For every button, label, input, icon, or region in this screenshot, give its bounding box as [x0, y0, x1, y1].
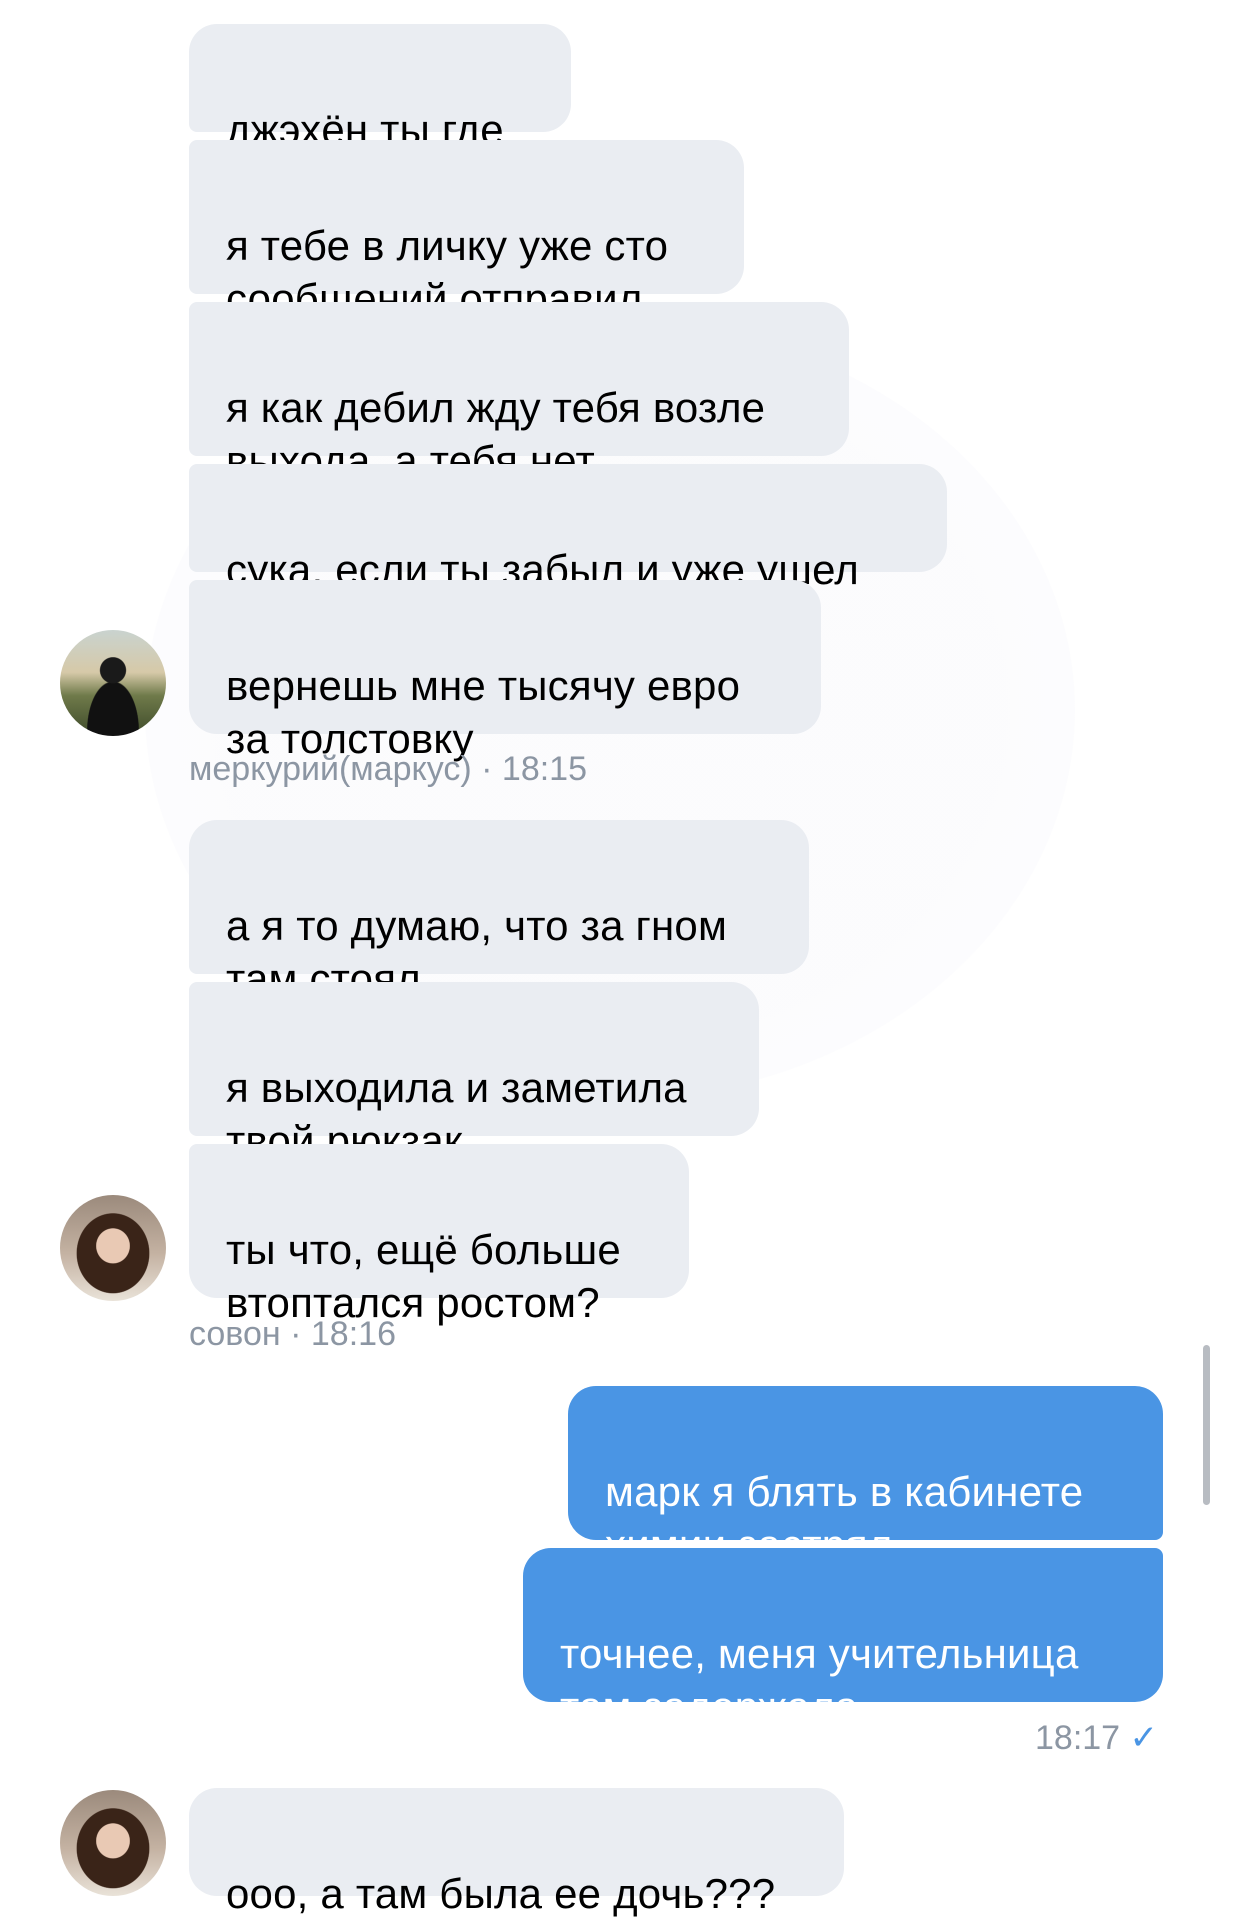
avatar-sowon[interactable]	[60, 1195, 166, 1301]
message-time: · 18:16	[290, 1315, 396, 1353]
message-time: 18:17	[1035, 1719, 1121, 1757]
read-check-icon: ✓	[1129, 1719, 1159, 1757]
message-bubble[interactable]: вернешь мне тысячу евро за толстовку	[189, 580, 821, 762]
message-meta: совон · 18:16	[189, 1315, 396, 1354]
message-time: · 18:15	[481, 750, 587, 788]
sender-name[interactable]: совон	[189, 1315, 281, 1353]
outgoing-message-bubble[interactable]: марк я блять в кабинете химии застрял	[568, 1386, 1163, 1568]
message-bubble[interactable]: я выходила и заметила твой рюкзак	[189, 982, 759, 1164]
message-bubble[interactable]: ты что, ещё больше втоптался ростом?	[189, 1144, 689, 1326]
message-bubble[interactable]: я тебе в личку уже сто сообщений отправи…	[189, 140, 744, 322]
message-text: точнее, меня учительница там задержала	[560, 1630, 1079, 1730]
message-bubble[interactable]: джэхён ты где	[189, 24, 571, 153]
message-bubble[interactable]: ооо, а там была ее дочь???	[189, 1788, 844, 1917]
sender-name[interactable]: меркурий(маркус)	[189, 750, 472, 788]
outgoing-message-bubble[interactable]: точнее, меня учительница там задержала	[523, 1548, 1163, 1730]
message-text: ты что, ещё больше втоптался ростом?	[226, 1226, 621, 1326]
message-bubble[interactable]: я как дебил жду тебя возле выхода, а теб…	[189, 302, 849, 484]
message-text: ооо, а там была ее дочь???	[226, 1870, 776, 1917]
avatar-markus[interactable]	[60, 630, 166, 736]
avatar-sowon[interactable]	[60, 1790, 166, 1896]
message-meta: меркурий(маркус) · 18:15	[189, 750, 587, 789]
scrollbar[interactable]	[1203, 1345, 1210, 1505]
message-bubble[interactable]: сука, если ты забыл и уже ушел	[189, 464, 947, 593]
message-bubble[interactable]: а я то думаю, что за гном там стоял	[189, 820, 809, 1002]
outgoing-meta: 18:17 ✓	[1035, 1718, 1158, 1758]
